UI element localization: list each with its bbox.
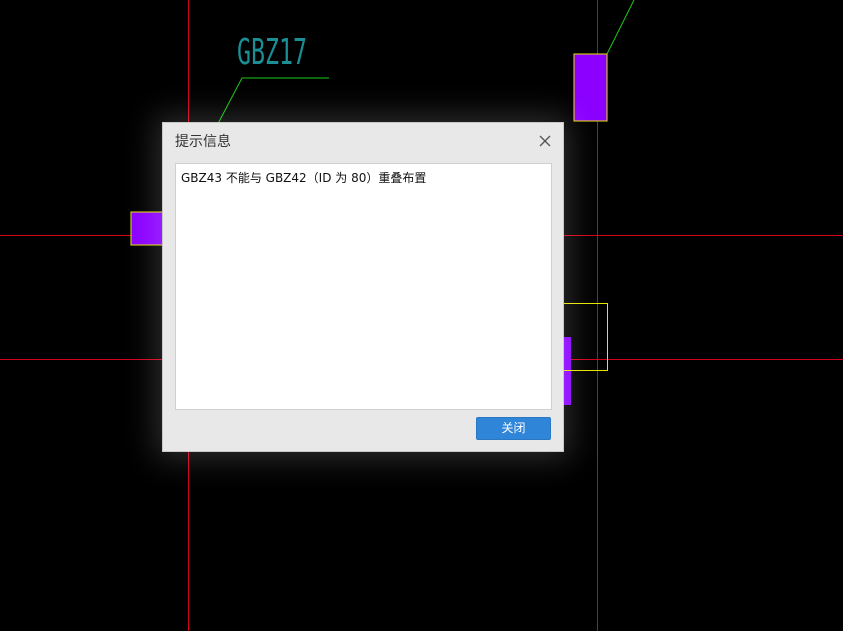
dialog-message-text: GBZ43 不能与 GBZ42（ID 为 80）重叠布置 (181, 171, 427, 185)
dialog-title: 提示信息 (175, 134, 231, 150)
close-button[interactable]: 关闭 (476, 417, 551, 440)
leader-line-top-right (606, 0, 635, 55)
close-icon[interactable] (537, 133, 553, 149)
wall-column-left[interactable] (130, 211, 165, 246)
column-label-gbz17: GBZ17 (237, 32, 307, 73)
dialog-message-box: GBZ43 不能与 GBZ42（ID 为 80）重叠布置 (175, 163, 552, 410)
wall-column-top-right[interactable] (573, 53, 608, 122)
prompt-dialog: 提示信息 GBZ43 不能与 GBZ42（ID 为 80）重叠布置 关闭 (162, 122, 564, 452)
